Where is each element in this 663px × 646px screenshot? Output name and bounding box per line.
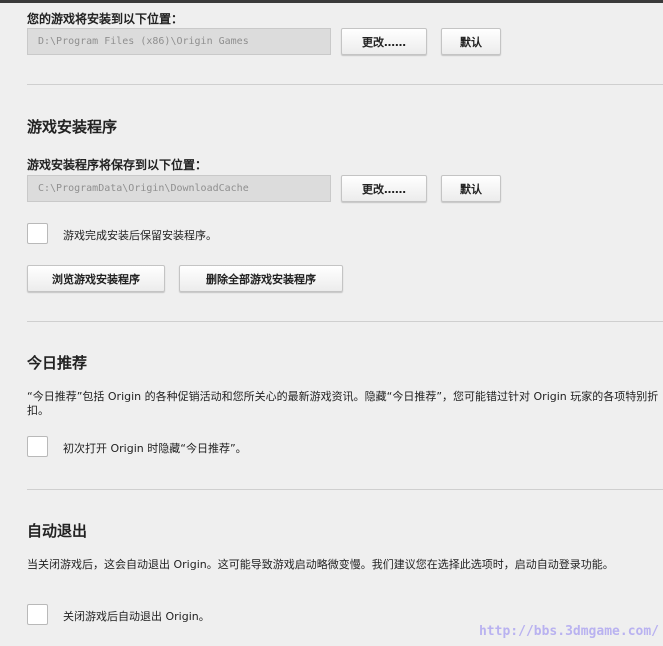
install-path-field[interactable] <box>27 28 331 55</box>
section-divider <box>27 489 663 490</box>
auto-exit-title: 自动退出 <box>27 522 88 540</box>
installers-default-button[interactable]: 默认 <box>441 175 501 202</box>
installers-location-label: 游戏安装程序将保存到以下位置： <box>27 158 208 172</box>
delete-all-installers-button[interactable]: 删除全部游戏安装程序 <box>179 265 343 292</box>
keep-installers-label: 游戏完成安装后保留安装程序。 <box>63 229 217 242</box>
install-location-label: 您的游戏将安装到以下位置： <box>27 12 184 26</box>
installers-title: 游戏安装程序 <box>27 118 118 136</box>
auto-exit-checkbox[interactable] <box>27 604 48 625</box>
section-divider <box>27 84 663 85</box>
todays-picks-description: “今日推荐”包括 Origin 的各种促销活动和您所关心的最新游戏资讯。隐藏“今… <box>27 390 659 417</box>
hide-todays-picks-label: 初次打开 Origin 时隐藏“今日推荐”。 <box>63 442 247 455</box>
watermark: http://bbs.3dmgame.com/ <box>478 624 659 639</box>
keep-installers-checkbox[interactable] <box>27 223 48 244</box>
installers-change-button[interactable]: 更改…… <box>341 175 427 202</box>
installers-path-field[interactable] <box>27 175 331 202</box>
top-border <box>0 0 663 3</box>
auto-exit-label: 关闭游戏后自动退出 Origin。 <box>63 610 210 623</box>
todays-picks-title: 今日推荐 <box>27 354 88 372</box>
auto-exit-description: 当关闭游戏后，这会自动退出 Origin。这可能导致游戏启动略微变慢。我们建议您… <box>27 558 614 571</box>
install-change-button[interactable]: 更改…… <box>341 28 427 55</box>
hide-todays-picks-checkbox[interactable] <box>27 436 48 457</box>
browse-installers-button[interactable]: 浏览游戏安装程序 <box>27 265 165 292</box>
install-default-button[interactable]: 默认 <box>441 28 501 55</box>
section-divider <box>27 321 663 322</box>
